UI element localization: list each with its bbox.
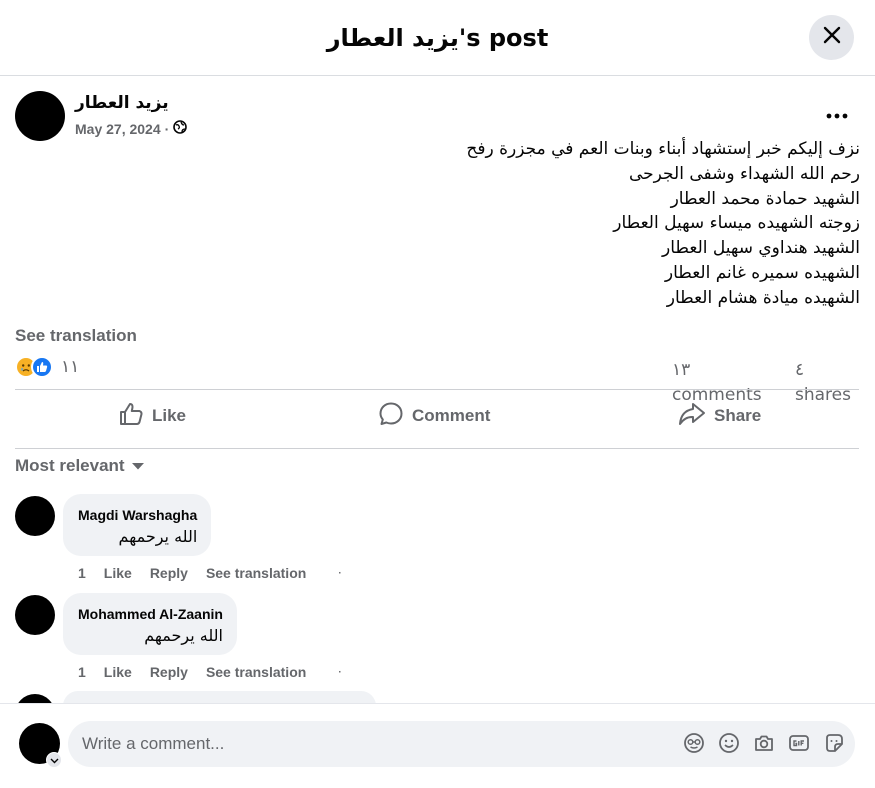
shares-label: shares [795,385,851,405]
share-label: Share [714,406,762,425]
author-avatar[interactable] [15,91,65,141]
comment-see-translation[interactable]: See translation [206,565,306,581]
emoji-icon[interactable] [718,732,740,754]
comment-like-button[interactable]: Like [104,565,132,581]
sticker-icon[interactable] [823,732,845,754]
thumbs-up-icon [118,402,144,431]
share-icon [678,402,706,431]
post-line: الشهيد هنداوي سهيل العطار [662,238,860,259]
gif-icon[interactable] [788,732,810,754]
sticker-avatar-icon[interactable] [683,732,705,754]
share-button[interactable]: Share [678,390,761,442]
more-icon [826,106,848,124]
post-body: نزف إليكم خبر إستشهاد أبناء وبنات العم ف… [160,137,860,311]
comment-bubble [63,691,376,703]
commenter-name[interactable]: Mohammed Al-Zaanin [78,605,223,623]
comment-input[interactable] [82,734,642,754]
commenter-name[interactable]: Magdi Warshagha [78,506,197,524]
post-date[interactable]: May 27, 2024 [75,121,161,137]
close-icon [822,25,842,50]
comment-composer [0,703,875,788]
comment-text: الله يرحمهم [118,527,198,546]
comment-like-button[interactable]: Like [104,664,132,680]
shares-count: ٤ [795,360,805,380]
comment-see-translation[interactable]: See translation [206,664,306,680]
commenter-avatar[interactable] [15,595,55,635]
close-button[interactable] [809,15,854,60]
see-translation-link[interactable]: See translation [15,326,137,346]
comment-actions: 1 Like Reply See translation · [78,565,342,581]
avatar-menu-button[interactable] [46,752,62,768]
post-line: رحم الله الشهداء وشفى الجرحى [629,163,860,184]
comment-actions: 1 Like Reply See translation · [78,664,342,680]
comment-separator: · [338,666,342,678]
like-button[interactable]: Like [118,390,186,442]
post-line: الشهيده سميره غانم العطار [664,262,860,283]
comment-timestamp[interactable]: 1 [78,664,86,680]
dialog-header: يزيد العطار's post [0,0,875,76]
comment-label: Comment [412,406,491,425]
like-label: Like [152,406,187,425]
comment-text: الله يرحمهم [144,626,223,645]
comment-timestamp[interactable]: 1 [78,565,86,581]
post-scroll-area[interactable]: يزيد العطار May 27, 2024 · نزف إليكم خبر… [0,77,875,703]
shares-count-link[interactable]: ٤ shares [795,358,855,408]
post-meta: May 27, 2024 · [75,120,188,137]
author-name[interactable]: يزيد العطار [75,93,169,113]
comment-box[interactable] [68,721,855,767]
reactions-summary[interactable]: ١١ [15,356,79,378]
post-line: نزف إليكم خبر إستشهاد أبناء وبنات العم ف… [466,139,860,159]
dialog-title: يزيد العطار's post [326,24,549,52]
caret-down-icon [131,456,145,476]
comment-button[interactable]: Comment [378,390,490,442]
sort-comments-dropdown[interactable]: Most relevant [15,456,145,476]
meta-separator: · [164,120,170,137]
reaction-count: ١١ [61,357,80,377]
sort-label: Most relevant [15,456,125,475]
post-options-button[interactable] [825,105,849,125]
post-line: الشهيد حمادة محمد العطار [670,188,860,209]
comment-bubble: Mohammed Al-Zaanin الله يرحمهم [63,593,237,655]
comment-bubble: Magdi Warshagha الله يرحمهم [63,494,212,556]
divider [15,448,859,449]
commenter-avatar[interactable] [15,496,55,536]
commenter-avatar[interactable] [15,694,55,703]
like-reaction-icon [31,356,53,378]
comments-count: ١٣ [672,360,691,380]
comment-reply-button[interactable]: Reply [150,664,188,680]
globe-icon [173,120,188,137]
comment-icon [378,401,404,432]
camera-icon[interactable] [753,732,775,754]
comment-reply-button[interactable]: Reply [150,565,188,581]
comment-separator: · [338,567,342,579]
post-line: الشهيده ميادة هشام العطار [666,287,860,308]
post-line: زوجته الشهيده ميساء سهيل العطار [613,213,860,234]
chevron-down-icon [50,751,59,769]
composer-tools [683,732,845,754]
